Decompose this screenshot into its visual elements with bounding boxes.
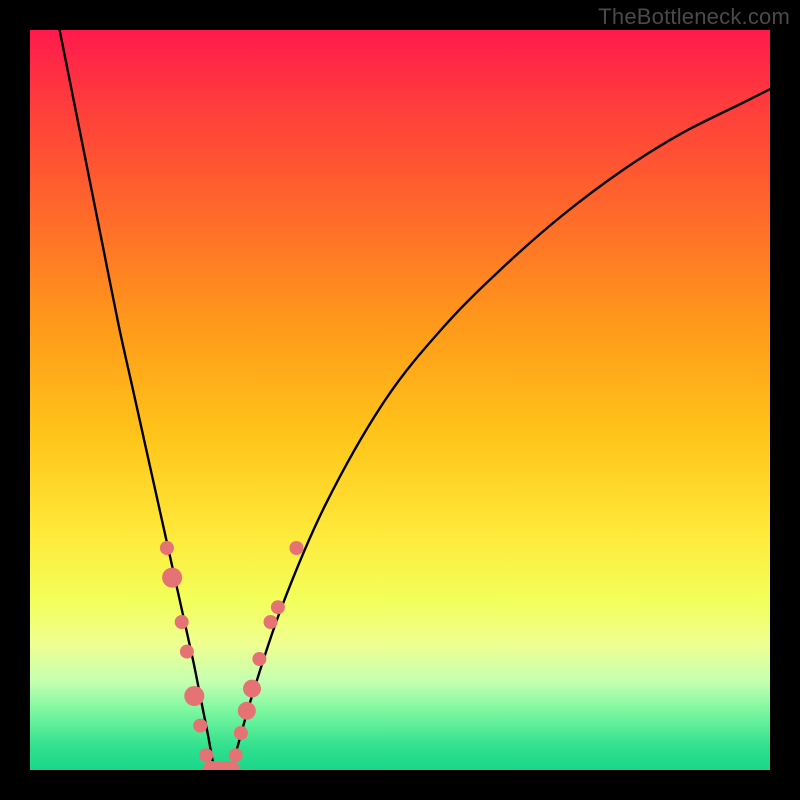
- marker-point: [271, 600, 285, 614]
- marker-point: [289, 541, 303, 555]
- plot-area: [30, 30, 770, 770]
- curve-svg: [30, 30, 770, 770]
- marker-point: [193, 719, 207, 733]
- marker-point: [184, 686, 204, 706]
- marker-point: [175, 615, 189, 629]
- marker-point: [243, 680, 261, 698]
- marker-point: [199, 748, 213, 762]
- marker-point: [252, 652, 266, 666]
- marker-point: [234, 726, 248, 740]
- marker-point: [160, 541, 174, 555]
- marker-point: [180, 645, 194, 659]
- marker-point: [229, 748, 243, 762]
- marker-group: [160, 541, 304, 770]
- marker-point: [238, 702, 256, 720]
- marker-point: [162, 568, 182, 588]
- marker-point: [264, 615, 278, 629]
- watermark-text: TheBottleneck.com: [598, 4, 790, 30]
- bottleneck-curve: [60, 30, 770, 770]
- chart-frame: TheBottleneck.com: [0, 0, 800, 800]
